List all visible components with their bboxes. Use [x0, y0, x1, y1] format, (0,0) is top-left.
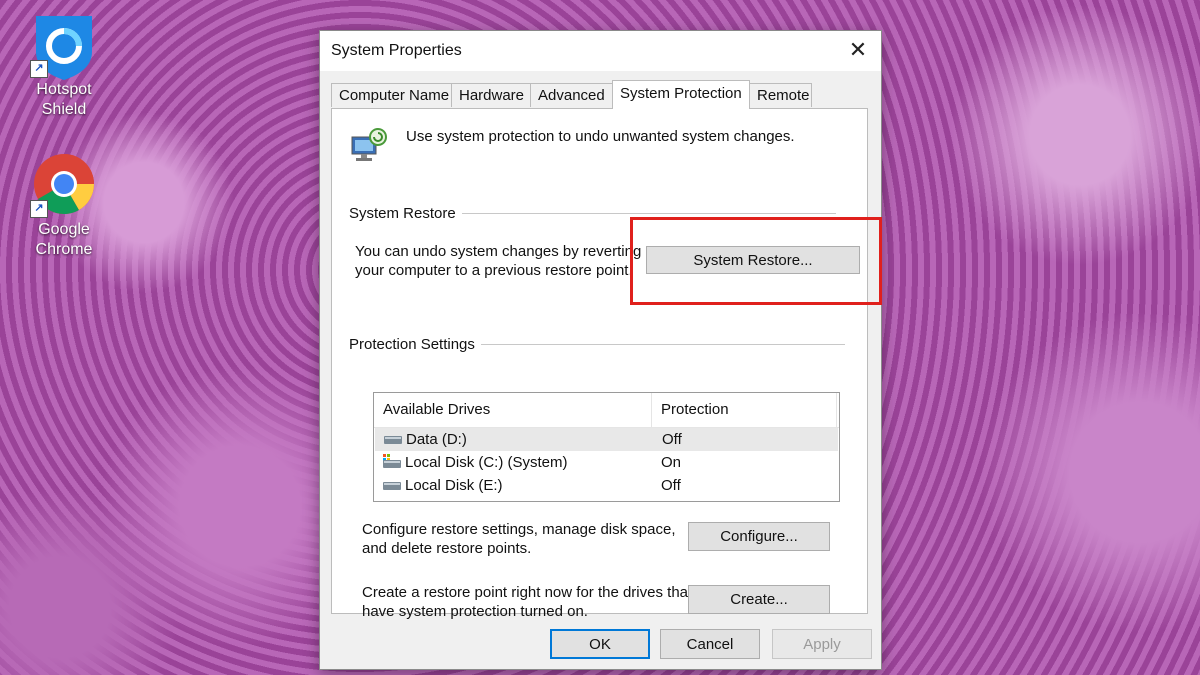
- column-separator[interactable]: [836, 393, 837, 427]
- desktop-icon-label: Shield: [41, 101, 87, 118]
- shortcut-arrow-icon: ↗: [30, 200, 48, 218]
- drive-icon: [384, 436, 402, 444]
- close-button[interactable]: ✕: [835, 31, 881, 69]
- drive-row-local-disk-c[interactable]: Local Disk (C:) (System) On: [374, 451, 839, 474]
- desktop-icon-label: Hotspot: [36, 81, 92, 98]
- chrome-icon: ↗: [30, 152, 96, 218]
- drives-list[interactable]: Available Drives Protection Data (D:) Of…: [373, 392, 840, 502]
- configure-text-line: and delete restore points.: [362, 540, 532, 557]
- configure-button[interactable]: Configure...: [688, 522, 830, 551]
- shortcut-arrow-icon: ↗: [30, 60, 48, 78]
- desktop-icon-hotspot-shield[interactable]: ↗ Hotspot Shield: [18, 12, 110, 120]
- create-button[interactable]: Create...: [688, 585, 830, 614]
- cancel-button[interactable]: Cancel: [660, 629, 760, 659]
- tab-system-protection[interactable]: System Protection: [612, 80, 750, 109]
- system-restore-text-line: You can undo system changes by reverting: [355, 243, 642, 260]
- drive-name: Local Disk (C:) (System): [405, 454, 568, 471]
- drive-protection-status: Off: [662, 431, 682, 448]
- drive-icon: [383, 482, 401, 490]
- column-header-available-drives[interactable]: Available Drives: [374, 393, 651, 427]
- protection-settings-group-label: Protection Settings: [349, 336, 481, 353]
- desktop-icon-google-chrome[interactable]: ↗ Google Chrome: [18, 152, 110, 260]
- drive-name: Local Disk (E:): [405, 477, 503, 494]
- drive-protection-status: Off: [661, 477, 681, 494]
- system-properties-dialog: System Properties ✕ Computer Name Hardwa…: [319, 30, 882, 670]
- column-header-protection[interactable]: Protection: [652, 393, 836, 427]
- configure-description: Configure restore settings, manage disk …: [362, 520, 676, 558]
- desktop-icon-label: Chrome: [35, 241, 93, 258]
- intro-text: Use system protection to undo unwanted s…: [406, 128, 795, 145]
- desktop-icon-label: Google: [38, 221, 90, 238]
- system-drive-icon: [383, 454, 401, 468]
- drive-row-local-disk-e[interactable]: Local Disk (E:) Off: [374, 474, 839, 497]
- configure-text-line: Configure restore settings, manage disk …: [362, 521, 676, 538]
- create-description: Create a restore point right now for the…: [362, 583, 692, 621]
- drive-protection-status: On: [661, 454, 682, 471]
- drive-row-data-d[interactable]: Data (D:) Off: [375, 428, 838, 451]
- apply-button[interactable]: Apply: [772, 629, 872, 659]
- list-header: Available Drives Protection: [374, 393, 839, 428]
- drive-name: Data (D:): [406, 431, 467, 448]
- system-restore-group-label: System Restore: [349, 205, 462, 222]
- tab-remote[interactable]: Remote: [749, 83, 812, 107]
- highlight-box: [630, 217, 882, 305]
- system-restore-description: You can undo system changes by reverting…: [355, 242, 641, 280]
- create-text-line: Create a restore point right now for the…: [362, 584, 693, 601]
- hotspot-shield-icon: ↗: [30, 12, 96, 80]
- create-text-line: have system protection turned on.: [362, 603, 588, 620]
- tab-computer-name[interactable]: Computer Name: [331, 83, 452, 107]
- ok-button[interactable]: OK: [550, 629, 650, 659]
- system-restore-text-line: your computer to a previous restore poin…: [355, 262, 633, 279]
- system-protection-icon: [349, 127, 389, 167]
- tab-advanced[interactable]: Advanced: [530, 83, 613, 107]
- title-bar[interactable]: System Properties ✕: [320, 31, 881, 71]
- tab-hardware[interactable]: Hardware: [451, 83, 531, 107]
- system-protection-panel: Use system protection to undo unwanted s…: [331, 108, 868, 620]
- window-title: System Properties: [331, 42, 462, 59]
